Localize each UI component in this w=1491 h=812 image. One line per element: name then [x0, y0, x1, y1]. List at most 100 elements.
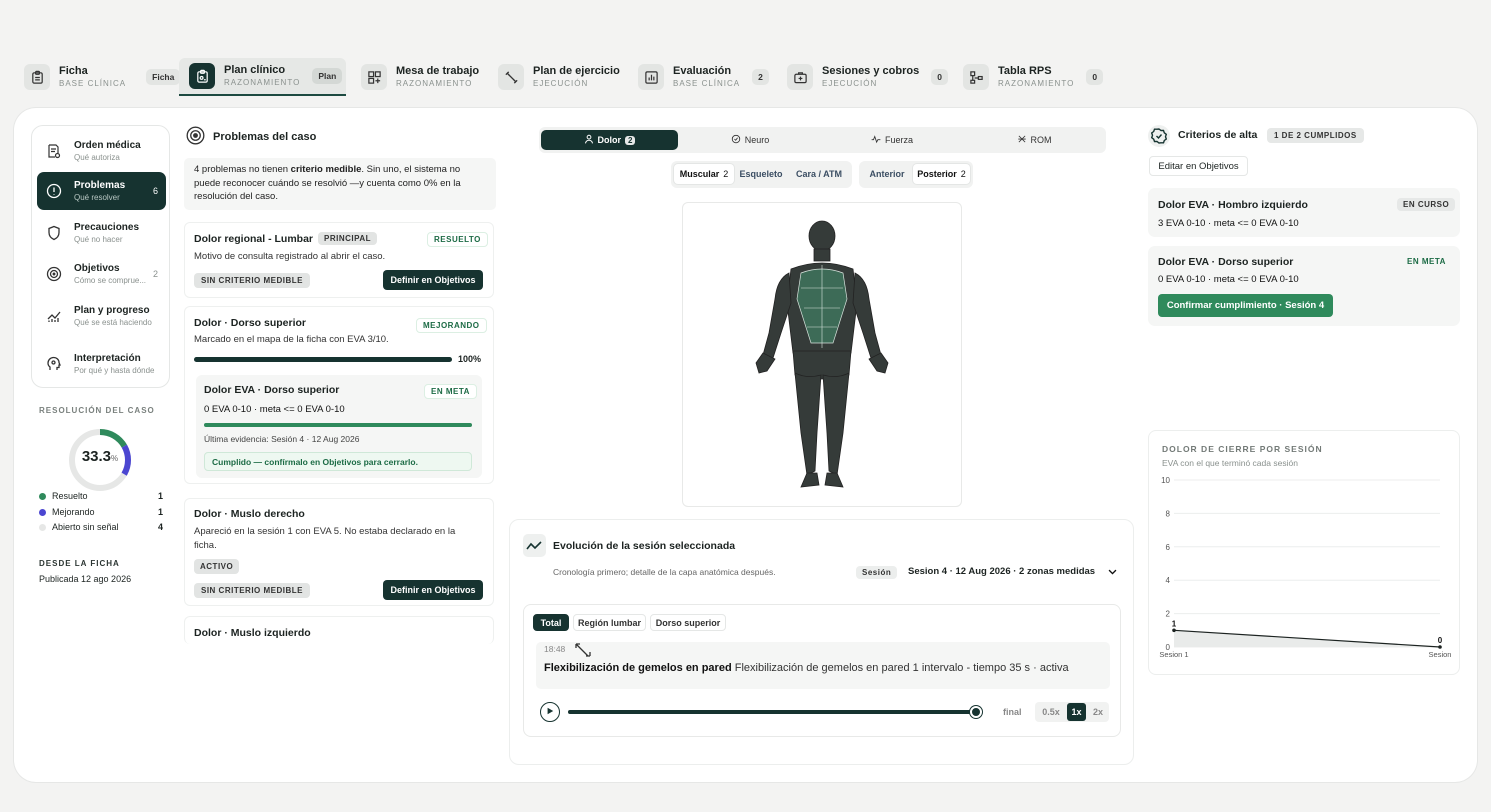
sidebar-item-plan-y-progreso[interactable]: Plan y progreso Qué se está haciendo [37, 297, 166, 335]
tab-evaluacion[interactable]: Evaluación BASE CLÍNICA 2 [638, 58, 769, 96]
sidebar-item-interpretacion[interactable]: Interpretación Por qué y hasta dónde [37, 345, 166, 383]
sidebar-item-precauciones[interactable]: Precauciones Qué no hacer [37, 214, 166, 252]
problem-title: Dolor regional - Lumbar [194, 233, 314, 245]
discharge-title: Criterios de alta [1178, 129, 1258, 141]
mode-tab-fuerza[interactable]: Fuerza [822, 130, 962, 150]
layer-tab-cara-atm[interactable]: Cara / ATM [790, 164, 848, 184]
speed-option-2x[interactable]: 2x [1088, 705, 1108, 719]
trend-chart-icon [44, 306, 64, 326]
dumbbell-icon [498, 64, 524, 90]
sidebar-item-count: 2 [152, 269, 158, 279]
event-time: 18:48 [544, 644, 566, 654]
mode-tab-dolor[interactable]: Dolor 2 [541, 130, 678, 150]
sidebar-item-sub: Qué autoriza [74, 152, 120, 162]
speed-option-0.5x[interactable]: 0.5x [1039, 705, 1063, 719]
body-map-figure[interactable] [683, 203, 963, 508]
legend-value: 4 [157, 522, 163, 532]
resolution-percent-unit: % [111, 454, 119, 463]
tab-subtitle: RAZONAMIENTO [224, 77, 301, 87]
pulse-icon [871, 134, 881, 146]
layer-tab-esqueleto[interactable]: Esqueleto [736, 164, 786, 184]
session-tag: Sesión [856, 566, 898, 579]
neck-shape [813, 248, 831, 262]
tab-tabla-rps[interactable]: Tabla RPS RAZONAMIENTO 0 [963, 58, 1104, 96]
problems-header: Problemas del caso [186, 126, 316, 148]
top-navigation: Ficha BASE CLÍNICA Ficha Plan clínico RAZO… [0, 55, 1491, 99]
tab-subtitle: BASE CLÍNICA [673, 78, 741, 88]
problem-progress-track [194, 357, 452, 362]
problem-desc: Apareció en la sesión 1 con EVA 5. No es… [194, 526, 456, 551]
sidebar-item-label: Interpretación [74, 352, 141, 364]
event-name: Flexibilización de gemelos en pared [544, 662, 732, 674]
sidebar-item-objetivos[interactable]: Objetivos Cómo se comprue... 2 [37, 255, 166, 293]
edit-objectives-button[interactable]: Editar en Objetivos [1149, 156, 1248, 176]
grid-plus-icon [361, 64, 387, 90]
playback-track[interactable] [568, 710, 976, 714]
chevron-down-icon[interactable] [1107, 566, 1118, 580]
session-selector[interactable]: Sesion 4 · 12 Aug 2026 · 2 zonas medidas [908, 566, 1095, 577]
trend-line-icon [523, 534, 546, 557]
play-button[interactable] [540, 702, 560, 722]
sidebar-item-sub: Qué resolver [74, 192, 120, 202]
tab-badge: 0 [931, 69, 948, 85]
status-tag: ACTIVO [194, 559, 240, 574]
mode-label: Fuerza [884, 135, 913, 145]
head-shape [808, 220, 836, 252]
tab-plan-de-ejercicio[interactable]: Plan de ejercicio EJECUCIÓN [498, 58, 620, 96]
play-icon [546, 707, 554, 718]
sidebar-item-label: Problemas [74, 179, 126, 191]
sidebar-item-sub: Cómo se comprue... [74, 275, 147, 285]
sidebar-item-sub: Por qué y hasta dónde [74, 365, 155, 375]
target-icon [186, 126, 205, 148]
legend-abierto: Abierto sin señal 4 [39, 522, 163, 532]
gluteal-shape [792, 350, 852, 380]
tab-mesa-de-trabajo[interactable]: Mesa de trabajo RAZONAMIENTO [361, 58, 479, 96]
legend-label: Resuelto [52, 491, 88, 501]
session-title: Evolución de la sesión seleccionada [553, 540, 736, 552]
mode-tab-neuro[interactable]: Neuro [680, 130, 820, 150]
tab-badge: Ficha [146, 69, 181, 85]
data-point [1438, 645, 1442, 649]
right-arm-shape [852, 272, 882, 359]
problems-title: Problemas del caso [213, 131, 317, 143]
layer-tab-muscular[interactable]: Muscular 2 [674, 164, 734, 184]
discharge-item-title: Dolor EVA · Dorso superior [1158, 256, 1294, 268]
mode-tab-rom[interactable]: ROM [964, 130, 1104, 150]
playback-handle[interactable] [970, 706, 982, 718]
define-objective-button[interactable]: Definir en Objetivos [383, 580, 483, 600]
tab-title: Plan clínico [224, 63, 286, 76]
rom-icon [1017, 134, 1027, 146]
view-tab-anterior[interactable]: Anterior [863, 164, 911, 184]
data-label: 0 [1438, 636, 1443, 645]
tab-ficha[interactable]: Ficha BASE CLÍNICA Ficha [24, 58, 181, 96]
timeline-tab-dorso-superior[interactable]: Dorso superior [650, 614, 726, 631]
sidebar-item-sub: Qué se está haciendo [74, 317, 152, 327]
discharge-item-line: 0 EVA 0-10 · meta <= 0 EVA 0-10 [1158, 274, 1299, 285]
view-tab-posterior[interactable]: Posterior 2 [913, 164, 970, 184]
sidebar-item-label: Objetivos [74, 262, 120, 274]
data-label: 1 [1172, 619, 1177, 628]
tab-plan-clinico[interactable]: Plan clínico RAZONAMIENTO Plan [179, 58, 346, 96]
tab-sesiones-y-cobros[interactable]: Sesiones y cobros EJECUCIÓN 0 [787, 58, 948, 96]
objective-evidence: Última evidencia: Sesión 4 · 12 Aug 2026 [204, 434, 360, 444]
closing-pain-chart: 024681010Sesion 1 Sesion [1159, 476, 1451, 659]
medical-kit-icon [787, 64, 813, 90]
hierarchy-icon [963, 64, 989, 90]
problem-desc: Motivo de consulta registrado al abrir e… [194, 251, 386, 262]
tab-subtitle: RAZONAMIENTO [396, 78, 473, 88]
legend-label: Mejorando [52, 507, 95, 517]
legend-value: 1 [157, 491, 163, 501]
confirm-fulfillment-button[interactable]: Confirmar cumplimiento · Sesión 4 [1158, 294, 1333, 317]
define-objective-button[interactable]: Definir en Objetivos [383, 270, 483, 290]
sidebar-item-label: Orden médica [74, 139, 141, 151]
timeline-tab-region-lumbar[interactable]: Región lumbar [573, 614, 646, 631]
sidebar-item-orden-medica[interactable]: Orden médica Qué autoriza [37, 132, 166, 170]
section-navigation: Orden médica Qué autoriza Problemas Qué re… [31, 125, 170, 388]
timeline-tab-total[interactable]: Total [533, 614, 569, 631]
sidebar-item-problemas[interactable]: Problemas Qué resolver 6 [37, 172, 166, 210]
speed-option-1x[interactable]: 1x [1067, 703, 1086, 721]
objective-met-note: Cumplido — confírmalo en Objetivos para … [204, 452, 472, 471]
sidebar-item-label: Plan y progreso [74, 304, 150, 316]
y-tick-label: 2 [1166, 610, 1171, 619]
target-icon [44, 264, 64, 284]
